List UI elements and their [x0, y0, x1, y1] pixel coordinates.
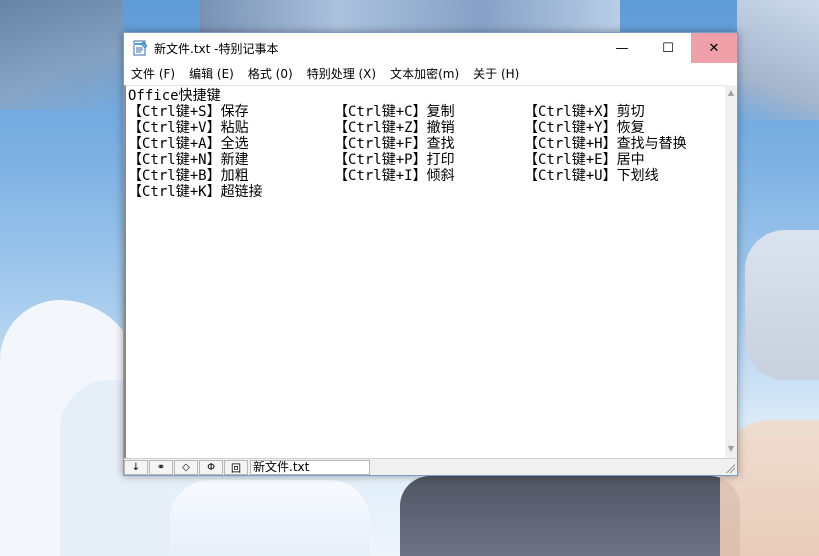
editor-content: Office快捷键 【Ctrl键+S】保存 【Ctrl键+C】复制 【Ctrl键… — [128, 88, 714, 200]
shortcut-entry: 【Ctrl键+B】加粗 — [128, 168, 249, 184]
shortcut-entry: 【Ctrl键+A】全选 — [128, 136, 249, 152]
text-line: 【Ctrl键+K】超链接 — [128, 184, 714, 200]
menu-bar: 文件 (F) 编辑 (E) 格式 (0) 特别处理 (X) 文本加密(m) 关于… — [124, 63, 737, 85]
shortcut-entry: 【Ctrl键+N】新建 — [128, 152, 249, 168]
shortcut-entry: 【Ctrl键+I】倾斜 — [334, 168, 455, 184]
shortcut-entry: 【Ctrl键+E】居中 — [524, 152, 645, 168]
shortcut-entry: 【Ctrl键+X】剪切 — [524, 104, 645, 120]
shortcut-entry — [524, 184, 714, 200]
shortcut-entry: 【Ctrl键+Z】撤销 — [334, 120, 455, 136]
shortcut-entry: 【Ctrl键+U】下划线 — [524, 168, 659, 184]
window-title: 新文件.txt -特别记事本 — [154, 41, 279, 56]
wallpaper-shape — [200, 0, 620, 32]
status-phi-button[interactable]: Φ — [199, 459, 223, 475]
minimize-button[interactable]: — — [599, 33, 645, 63]
menu-format[interactable]: 格式 (0) — [241, 63, 300, 85]
resize-grip-icon[interactable] — [725, 463, 735, 473]
shortcut-entry: 【Ctrl键+C】复制 — [334, 104, 455, 120]
maximize-button[interactable]: ☐ — [645, 33, 691, 63]
status-diamond-button[interactable]: ◇ — [174, 459, 198, 475]
close-icon: ✕ — [708, 40, 720, 56]
status-filename: 新文件.txt — [250, 459, 370, 475]
text-line: 【Ctrl键+S】保存 【Ctrl键+C】复制 【Ctrl键+X】剪切 — [128, 104, 714, 120]
menu-encrypt[interactable]: 文本加密(m) — [383, 63, 466, 85]
text-line: 【Ctrl键+A】全选 【Ctrl键+F】查找 【Ctrl键+H】查找与替换 — [128, 136, 714, 152]
shortcut-entry — [334, 184, 524, 200]
scroll-down-arrow-icon[interactable]: ▼ — [726, 443, 736, 455]
text-line: 【Ctrl键+V】粘贴 【Ctrl键+Z】撤销 【Ctrl键+Y】恢复 — [128, 120, 714, 136]
status-link-button[interactable]: ⚭ — [149, 459, 173, 475]
wallpaper-shape — [737, 0, 819, 120]
shortcut-entry: 【Ctrl键+H】查找与替换 — [524, 136, 687, 152]
maximize-icon: ☐ — [662, 40, 674, 56]
menu-special[interactable]: 特别处理 (X) — [300, 63, 383, 85]
close-button[interactable]: ✕ — [691, 33, 737, 63]
status-bar: ↓ ⚭ ◇ Φ 回 新文件.txt — [124, 458, 737, 475]
title-bar[interactable]: 新文件.txt -特别记事本 — ☐ ✕ — [124, 33, 737, 63]
notepad-app-icon — [132, 40, 148, 56]
text-line: 【Ctrl键+N】新建 【Ctrl键+P】打印 【Ctrl键+E】居中 — [128, 152, 714, 168]
shortcut-entry: 【Ctrl键+K】超链接 — [128, 184, 263, 200]
wallpaper-shape — [745, 230, 819, 380]
shortcut-entry: 【Ctrl键+F】查找 — [334, 136, 455, 152]
status-frame-button[interactable]: 回 — [224, 459, 248, 475]
shortcut-entry: 【Ctrl键+V】粘贴 — [128, 120, 249, 136]
text-line: 【Ctrl键+B】加粗 【Ctrl键+I】倾斜 【Ctrl键+U】下划线 — [128, 168, 714, 184]
vertical-scrollbar[interactable]: ▲ ▼ — [725, 85, 737, 458]
shortcut-entry: 【Ctrl键+Y】恢复 — [524, 120, 645, 136]
text-line-heading: Office快捷键 — [128, 88, 221, 104]
notepad-window: 新文件.txt -特别记事本 — ☐ ✕ 文件 (F) 编辑 (E) 格式 (0… — [123, 32, 738, 476]
menu-about[interactable]: 关于 (H) — [466, 63, 526, 85]
shortcut-entry: 【Ctrl键+S】保存 — [128, 104, 249, 120]
wallpaper-shape — [0, 0, 123, 110]
menu-edit[interactable]: 编辑 (E) — [182, 63, 241, 85]
menu-file[interactable]: 文件 (F) — [124, 63, 182, 85]
wallpaper-cloud — [170, 480, 370, 556]
status-arrow-down-button[interactable]: ↓ — [124, 459, 148, 475]
scroll-up-arrow-icon[interactable]: ▲ — [726, 87, 736, 99]
minimize-icon: — — [615, 40, 629, 56]
shortcut-entry: 【Ctrl键+P】打印 — [334, 152, 455, 168]
text-editor[interactable]: Office快捷键 【Ctrl键+S】保存 【Ctrl键+C】复制 【Ctrl键… — [124, 85, 725, 458]
wallpaper-shape — [400, 476, 740, 556]
